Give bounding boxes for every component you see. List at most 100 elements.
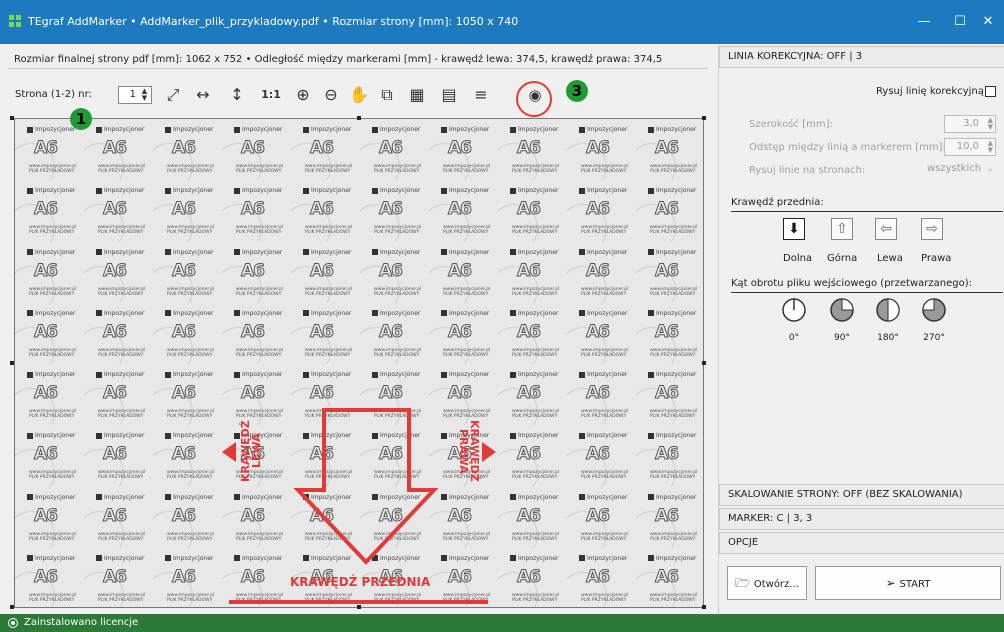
- fit-height-icon[interactable]: ↕: [226, 84, 248, 106]
- cell-sample-line: PLIK PRZYKŁADOWY: [374, 597, 420, 603]
- rotation-title: Kąt obrotu pliku wejściowego (przetwarza…: [731, 278, 972, 289]
- cell-url: www.impozycjoner.pl PLIK PRZYKŁADOWY: [305, 164, 352, 174]
- cell-sample-line: PLIK PRZYKŁADOWY: [374, 414, 420, 419]
- cell-format-label: A6: [586, 444, 611, 465]
- cell-url: www.impozycjoner.pl PLIK PRZYKŁADOWY: [236, 409, 283, 419]
- logo-mark-icon: [510, 371, 516, 378]
- imposed-page-cell: Impozycjoner A6 www.impozycjoner.pl PLIK PR…: [360, 425, 429, 487]
- cell-logo-text: Impozycjoner: [656, 371, 697, 378]
- imposed-page-cell: Impozycjoner A6 www.impozycjoner.pl PLIK PR…: [567, 487, 636, 548]
- imposed-page-cell: Impozycjoner A6 www.impozycjoner.pl PLIK PR…: [153, 364, 222, 426]
- actual-size-icon[interactable]: 1:1: [260, 84, 282, 106]
- cell-format-label: A6: [241, 321, 266, 342]
- cell-logo-text: Impozycjoner: [656, 493, 697, 501]
- resize-handle[interactable]: [357, 116, 361, 120]
- logo-mark-icon: [303, 432, 309, 439]
- cell-logo: Impozycjoner: [648, 555, 696, 562]
- page-info-line: Rozmiar finalnej strony pdf [mm]: 1062 x…: [14, 54, 663, 65]
- section-marker[interactable]: MARKER: C | 3, 3: [719, 508, 1004, 530]
- logo-mark-icon: [165, 555, 171, 562]
- zoom-in-icon[interactable]: ⊕: [292, 84, 314, 106]
- cell-format-label: A6: [172, 444, 197, 465]
- cell-format-label: A6: [172, 260, 197, 281]
- edge-right-icon[interactable]: ⇨: [921, 218, 943, 240]
- resize-handle[interactable]: [10, 605, 14, 609]
- section-correction-line[interactable]: LINIA KOREKCYJNA: OFF | 3: [719, 46, 1004, 68]
- cell-logo-text: Impozycjoner: [518, 248, 559, 256]
- text-markers-icon[interactable]: ≡: [470, 84, 492, 106]
- cell-logo-text: Impozycjoner: [518, 371, 559, 378]
- cell-logo-text: Impozycjoner: [656, 309, 697, 317]
- imposed-page-cell: Impozycjoner A6 www.impozycjoner.pl PLIK PR…: [222, 242, 291, 303]
- cell-url: www.impozycjoner.pl PLIK PRZYKŁADOWY: [581, 409, 628, 419]
- rotation-270-icon[interactable]: [921, 297, 947, 323]
- resize-handle[interactable]: [702, 116, 706, 120]
- cell-sample-line: PLIK PRZYKŁADOWY: [443, 230, 489, 236]
- cell-sample-line: PLIK PRZYKŁADOWY: [512, 169, 558, 174]
- logo-mark-icon: [441, 371, 447, 378]
- cell-format-label: A6: [241, 138, 266, 159]
- section-options[interactable]: OPCJE: [719, 532, 1004, 554]
- fit-width-icon[interactable]: ↔: [192, 84, 214, 106]
- cell-logo: Impozycjoner: [303, 126, 351, 133]
- cell-format-label: A6: [172, 505, 197, 526]
- grid-icon[interactable]: ▦: [406, 84, 428, 106]
- rotation-90-icon[interactable]: [829, 297, 855, 323]
- open-button[interactable]: 🗁 Otwórz...: [727, 566, 807, 600]
- page-number-stepper[interactable]: 1 ▲ ▼: [118, 86, 152, 104]
- edge-left-icon[interactable]: ⇦: [875, 218, 897, 240]
- cell-format-label: A6: [655, 444, 680, 465]
- spacing-field[interactable]: 10,0 ▲ ▼: [944, 138, 996, 156]
- pan-hand-icon[interactable]: ✋: [348, 84, 370, 106]
- single-page-icon[interactable]: ▤: [438, 84, 460, 106]
- cell-logo: Impozycjoner: [165, 249, 213, 256]
- cell-url: www.impozycjoner.pl PLIK PRZYKŁADOWY: [512, 164, 559, 174]
- cell-logo-text: Impozycjoner: [587, 309, 628, 317]
- cell-url: www.impozycjoner.pl PLIK PRZYKŁADOWY: [167, 164, 214, 174]
- cell-sample-line: PLIK PRZYKŁADOWY: [443, 475, 489, 481]
- cell-format-label: A6: [448, 260, 473, 281]
- pages-select[interactable]: wszystkich ⌄: [927, 161, 996, 179]
- close-button[interactable]: ✕: [968, 10, 1004, 34]
- stepper-icon[interactable]: ▲ ▼: [988, 140, 993, 154]
- cell-logo-text: Impozycjoner: [656, 432, 697, 440]
- cell-url: www.impozycjoner.pl PLIK PRZYKŁADOWY: [443, 409, 490, 419]
- cell-format-label: A6: [103, 383, 128, 404]
- cell-sample-line: PLIK PRZYKŁADOWY: [512, 230, 558, 236]
- edge-top-icon[interactable]: ⇧: [831, 218, 853, 240]
- page-preview[interactable]: Impozycjoner A6 www.impozycjoner.pl PLIK PR…: [14, 118, 704, 608]
- logo-mark-icon: [234, 187, 240, 194]
- section-scaling[interactable]: SKALOWANIE STRONY: OFF (BEZ SKALOWANIA): [719, 484, 1004, 506]
- draw-correction-checkbox[interactable]: [985, 86, 996, 97]
- stepper-arrows-icon[interactable]: ▲ ▼: [139, 88, 150, 102]
- cell-format-label: A6: [310, 260, 335, 281]
- resize-handle[interactable]: [10, 116, 14, 120]
- cell-logo-text: Impozycjoner: [104, 126, 145, 133]
- cell-format-label: A6: [586, 199, 611, 220]
- start-button[interactable]: ➢ START: [815, 566, 1001, 600]
- logo-mark-icon: [96, 432, 102, 439]
- magnify-region-icon[interactable]: ⧉: [376, 84, 398, 106]
- resize-handle[interactable]: [10, 361, 14, 365]
- cell-logo: Impozycjoner: [372, 432, 420, 439]
- rotation-180-icon[interactable]: [875, 297, 901, 323]
- resize-handle[interactable]: [357, 605, 361, 609]
- cell-logo-text: Impozycjoner: [242, 126, 283, 133]
- resize-handle[interactable]: [702, 361, 706, 365]
- cell-format-label: A6: [310, 321, 335, 342]
- stepper-icon[interactable]: ▲ ▼: [988, 117, 993, 131]
- width-field[interactable]: 3,0 ▲ ▼: [944, 115, 996, 133]
- cell-sample-line: PLIK PRZYKŁADOWY: [443, 414, 489, 419]
- cell-logo: Impozycjoner: [234, 187, 282, 194]
- cell-sample-line: PLIK PRZYKŁADOWY: [167, 230, 213, 236]
- cell-sample-line: PLIK PRZYKŁADOWY: [305, 536, 351, 542]
- edge-bottom-icon[interactable]: ⬇: [783, 218, 805, 240]
- cell-format-label: A6: [517, 260, 542, 281]
- fit-page-icon[interactable]: ⤢: [162, 84, 184, 106]
- cell-logo-text: Impozycjoner: [242, 432, 283, 440]
- rotation-0-icon[interactable]: [781, 297, 807, 323]
- minimize-button[interactable]: —: [904, 10, 944, 34]
- resize-handle[interactable]: [702, 605, 706, 609]
- imposed-page-cell: Impozycjoner A6 www.impozycjoner.pl PLIK PR…: [291, 364, 360, 426]
- zoom-out-icon[interactable]: ⊖: [320, 84, 342, 106]
